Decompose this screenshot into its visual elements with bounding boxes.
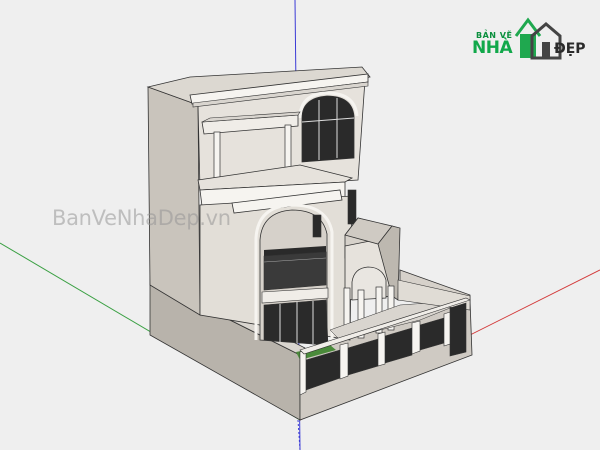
fence-post-5	[443, 311, 451, 347]
gate-panel	[449, 302, 467, 357]
fence-post-4	[411, 320, 421, 355]
logo-right-text: ĐẸP	[554, 41, 586, 57]
fence-post-1	[299, 349, 307, 396]
side-upper-window	[347, 189, 357, 225]
fence-post-2	[339, 342, 349, 380]
site-logo: BẢN VẼ NHÀ ĐẸP	[468, 14, 593, 68]
viewport[interactable]: BanVeNhaDep.vn BẢN VẼ NHÀ ĐẸP	[0, 0, 600, 450]
fence-post-3	[377, 331, 386, 367]
side-window	[312, 214, 322, 238]
logo-main-text: NHÀ	[472, 38, 513, 58]
watermark-text: BanVeNhaDep.vn	[52, 206, 231, 230]
ground-glass	[263, 299, 329, 346]
pergola-column-left	[213, 131, 221, 179]
house-side-wall	[147, 86, 201, 316]
pergola-column-right	[284, 124, 292, 172]
upper-arch-window	[301, 95, 355, 163]
mid-balcony-rail	[263, 251, 327, 291]
